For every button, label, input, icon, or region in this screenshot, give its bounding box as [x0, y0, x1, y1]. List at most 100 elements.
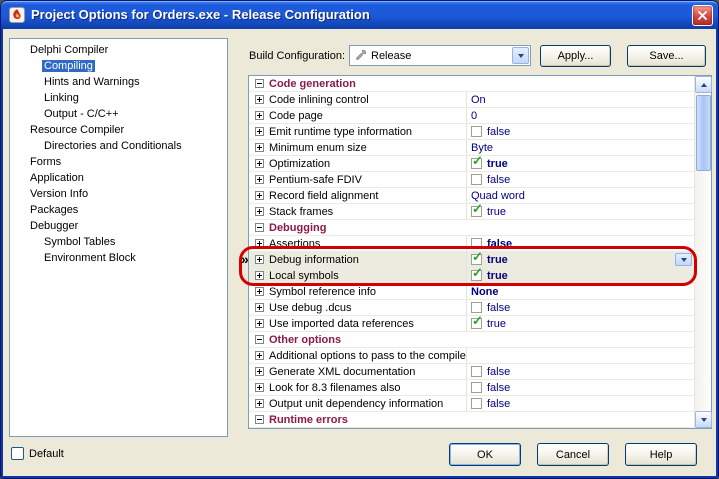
property-value: false	[487, 366, 510, 378]
grid-scrollbar[interactable]	[694, 76, 711, 428]
apply-button[interactable]: Apply...	[540, 45, 611, 67]
help-button[interactable]: Help	[625, 443, 697, 466]
tree-item-label: Symbol Tables	[42, 236, 117, 248]
value-checkbox[interactable]	[471, 302, 482, 313]
tree-item-hints-and-warnings[interactable]: Hints and Warnings	[10, 75, 227, 91]
expand-glyph-icon[interactable]	[255, 399, 264, 408]
expand-glyph-icon[interactable]	[255, 271, 264, 280]
value-dropdown-button[interactable]	[675, 253, 692, 266]
expand-glyph-icon[interactable]	[255, 287, 264, 296]
property-label: Use debug .dcus	[269, 302, 352, 314]
expand-glyph-icon[interactable]	[255, 111, 264, 120]
tree-item-application[interactable]: Application	[10, 171, 227, 187]
collapse-glyph-icon[interactable]	[255, 223, 264, 232]
scrollbar-thumb[interactable]	[696, 95, 711, 171]
value-checkbox[interactable]: ✓	[471, 254, 482, 265]
property-row-code-inlining-control[interactable]: Code inlining controlOn	[249, 92, 694, 108]
property-row-record-field-alignment[interactable]: Record field alignmentQuad word	[249, 188, 694, 204]
tree-item-debugger[interactable]: Debugger	[10, 219, 227, 235]
expand-glyph-icon[interactable]	[255, 95, 264, 104]
tree-item-resource-compiler[interactable]: Resource Compiler	[10, 123, 227, 139]
tree-item-packages[interactable]: Packages	[10, 203, 227, 219]
property-row-output-unit-dependency-information[interactable]: Output unit dependency informationfalse	[249, 396, 694, 412]
expand-glyph-icon[interactable]	[255, 175, 264, 184]
chevron-down-icon	[681, 258, 687, 262]
collapse-glyph-icon[interactable]	[255, 335, 264, 344]
tree-item-forms[interactable]: Forms	[10, 155, 227, 171]
property-row-pentium-safe-fdiv[interactable]: Pentium-safe FDIVfalse	[249, 172, 694, 188]
property-row-use-imported-data-references[interactable]: Use imported data references✓true	[249, 316, 694, 332]
value-checkbox[interactable]	[471, 126, 482, 137]
property-value: true	[487, 158, 508, 170]
property-row-stack-frames[interactable]: Stack frames✓true	[249, 204, 694, 220]
tree-item-linking[interactable]: Linking	[10, 91, 227, 107]
property-row-additional-options-to-pass-to-the-compiler[interactable]: Additional options to pass to the compil…	[249, 348, 694, 364]
tree-item-label: Resource Compiler	[28, 124, 126, 136]
category-row-debugging[interactable]: Debugging	[249, 220, 694, 236]
value-checkbox[interactable]	[471, 366, 482, 377]
tree-item-environment-block[interactable]: Environment Block	[10, 251, 227, 267]
wrench-icon	[350, 49, 370, 62]
tree-item-version-info[interactable]: Version Info	[10, 187, 227, 203]
property-row-debug-information[interactable]: Debug information✓true	[249, 252, 694, 268]
scroll-up-button[interactable]	[695, 76, 712, 93]
property-row-assertions[interactable]: Assertionsfalse	[249, 236, 694, 252]
expand-glyph-icon[interactable]	[255, 319, 264, 328]
expand-glyph-icon[interactable]	[255, 367, 264, 376]
tree-item-output-c-c[interactable]: Output - C/C++	[10, 107, 227, 123]
property-row-local-symbols[interactable]: Local symbols✓true	[249, 268, 694, 284]
expand-glyph-icon[interactable]	[255, 351, 264, 360]
property-value: false	[487, 126, 510, 138]
value-checkbox[interactable]: ✓	[471, 206, 482, 217]
tree-item-symbol-tables[interactable]: Symbol Tables	[10, 235, 227, 251]
value-checkbox[interactable]	[471, 174, 482, 185]
category-row-other-options[interactable]: Other options	[249, 332, 694, 348]
combo-dropdown-button[interactable]	[512, 47, 529, 64]
category-row-runtime-errors[interactable]: Runtime errors	[249, 412, 694, 428]
scroll-down-button[interactable]	[695, 411, 712, 428]
property-row-optimization[interactable]: Optimization✓true	[249, 156, 694, 172]
expand-glyph-icon[interactable]	[255, 191, 264, 200]
value-checkbox[interactable]	[471, 382, 482, 393]
collapse-glyph-icon[interactable]	[255, 79, 264, 88]
titlebar[interactable]: Project Options for Orders.exe - Release…	[1, 1, 718, 29]
property-row-generate-xml-documentation[interactable]: Generate XML documentationfalse	[249, 364, 694, 380]
close-button[interactable]	[692, 5, 713, 26]
value-checkbox[interactable]: ✓	[471, 270, 482, 281]
value-checkbox[interactable]	[471, 238, 482, 249]
save-button[interactable]: Save...	[627, 45, 706, 67]
expand-glyph-icon[interactable]	[255, 255, 264, 264]
expand-glyph-icon[interactable]	[255, 127, 264, 136]
expand-glyph-icon[interactable]	[255, 239, 264, 248]
ok-button[interactable]: OK	[449, 443, 521, 466]
cancel-button[interactable]: Cancel	[537, 443, 609, 466]
value-checkbox[interactable]	[471, 398, 482, 409]
default-checkbox[interactable]	[11, 447, 24, 460]
property-row-emit-runtime-type-information[interactable]: Emit runtime type informationfalse	[249, 124, 694, 140]
expand-glyph-icon[interactable]	[255, 143, 264, 152]
tree-item-directories-and-conditionals[interactable]: Directories and Conditionals	[10, 139, 227, 155]
build-config-combo[interactable]: Release	[349, 45, 531, 66]
expand-glyph-icon[interactable]	[255, 383, 264, 392]
category-row-code-generation[interactable]: Code generation	[249, 76, 694, 92]
value-checkbox[interactable]: ✓	[471, 158, 482, 169]
check-icon: ✓	[472, 316, 483, 327]
property-value: false	[487, 302, 510, 314]
property-row-use-debug-dcus[interactable]: Use debug .dcus false	[249, 300, 694, 316]
expand-glyph-icon[interactable]	[255, 207, 264, 216]
expand-glyph-icon[interactable]	[255, 303, 264, 312]
property-row-code-page[interactable]: Code page0	[249, 108, 694, 124]
collapse-glyph-icon[interactable]	[255, 415, 264, 424]
default-checkbox-row[interactable]: Default	[11, 447, 64, 460]
property-row-symbol-reference-info[interactable]: Symbol reference infoNone	[249, 284, 694, 300]
check-icon: ✓	[472, 252, 483, 263]
tree-item-delphi-compiler[interactable]: Delphi Compiler	[10, 43, 227, 59]
value-checkbox[interactable]: ✓	[471, 318, 482, 329]
property-label: Minimum enum size	[269, 142, 367, 154]
window-title: Project Options for Orders.exe - Release…	[31, 1, 678, 28]
property-label: Additional options to pass to the compil…	[269, 350, 467, 362]
property-row-minimum-enum-size[interactable]: Minimum enum sizeByte	[249, 140, 694, 156]
tree-item-compiling[interactable]: Compiling	[10, 59, 227, 75]
expand-glyph-icon[interactable]	[255, 159, 264, 168]
property-row-look-for-8-3-filenames-also[interactable]: Look for 8.3 filenames alsofalse	[249, 380, 694, 396]
